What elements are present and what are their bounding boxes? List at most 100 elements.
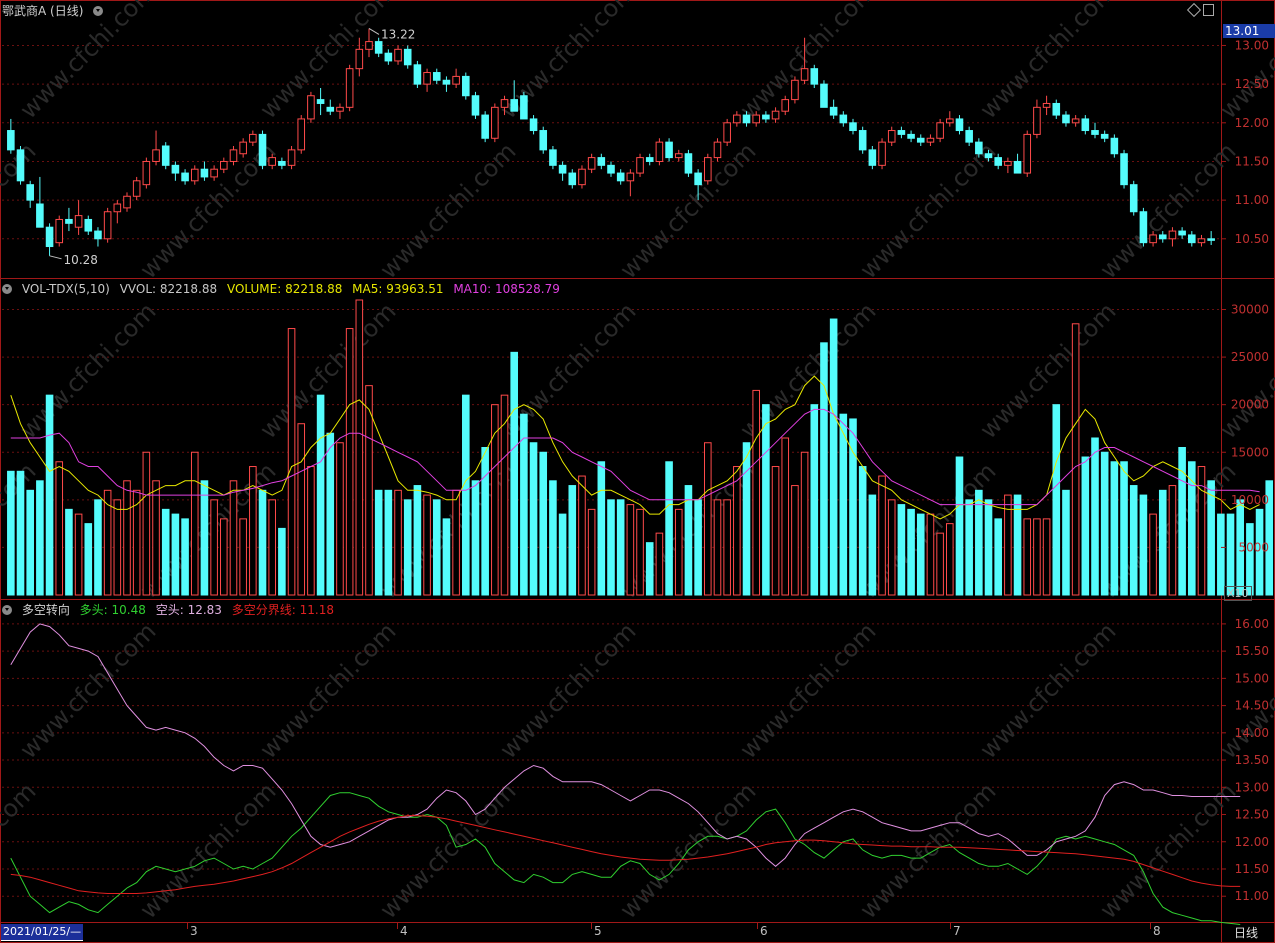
volume-bar <box>1158 489 1167 596</box>
volume-bar <box>781 437 790 596</box>
volume-bar <box>152 480 160 596</box>
volume-bar <box>345 328 354 596</box>
candle-body <box>897 130 906 135</box>
price-tick-label: 13.00 <box>1235 38 1269 52</box>
candle-body <box>626 172 635 182</box>
high-label: 13.22 <box>381 27 415 41</box>
candle-body <box>1004 160 1012 166</box>
volume-bar <box>84 523 93 596</box>
candle-body <box>955 118 964 132</box>
candle-body <box>36 203 44 228</box>
candle-body <box>645 157 654 162</box>
volume-bar <box>1081 456 1090 596</box>
candle-body <box>423 72 431 85</box>
watermark-text: www.cfchi.com <box>1094 137 1241 284</box>
watermark-text: www.cfchi.com <box>1094 777 1241 924</box>
indicator-panel-header: 多空转向 多头: 10.48 空头: 12.83 多空分界线: 11.18 <box>2 603 340 617</box>
volume-bar <box>636 508 644 596</box>
high-marker <box>368 28 380 35</box>
dropdown-icon[interactable] <box>2 284 12 294</box>
candle-body <box>607 164 615 174</box>
candle-body <box>762 114 770 120</box>
candle-body <box>171 164 180 174</box>
volume-bar <box>791 485 799 596</box>
candle-body <box>752 114 760 124</box>
volume-bar <box>200 480 209 596</box>
window-controls <box>1186 2 1215 18</box>
watermark-text: www.cfchi.com <box>734 617 881 764</box>
candle-body <box>26 184 34 201</box>
volume-bar <box>713 499 722 596</box>
candle-body <box>1120 153 1128 186</box>
candle-body <box>1052 102 1061 116</box>
price-tick-label: 12.00 <box>1235 116 1269 130</box>
candle-body <box>733 114 741 124</box>
volume-tick-label: 15000 <box>1231 445 1269 459</box>
volume-bar <box>403 499 412 596</box>
volume-tick-label: 25000 <box>1231 350 1269 364</box>
candle-body <box>462 75 470 97</box>
dropdown-icon[interactable] <box>93 6 104 16</box>
volume-bar <box>423 494 431 596</box>
panel-toggle-icon[interactable] <box>1203 4 1214 16</box>
volume-bar <box>1168 485 1177 596</box>
diamond-icon[interactable] <box>1186 2 1202 18</box>
stock-title[interactable]: 鄂武商A (日线) <box>2 4 83 18</box>
volume-bar <box>16 470 25 596</box>
candle-body <box>200 168 209 178</box>
candle-body <box>791 79 799 101</box>
candle-body <box>1091 130 1099 135</box>
volume-bar <box>1004 494 1012 596</box>
volume-bar <box>374 489 383 596</box>
candle-body <box>123 195 131 209</box>
volume-bar <box>984 499 993 596</box>
chart-canvas[interactable]: www.cfchi.com www.cfchi.com www.cfchi.com w… <box>0 0 1275 943</box>
candle-body <box>491 106 499 139</box>
candle-body <box>1013 160 1022 174</box>
volume-bar <box>181 518 189 596</box>
bear-line <box>10 623 1241 867</box>
month-tick <box>1150 923 1151 929</box>
volume-bar <box>1052 404 1061 596</box>
candle-body <box>1168 230 1177 240</box>
vol-indicator-name[interactable]: VOL-TDX(5,10) <box>22 282 110 296</box>
month-label: 5 <box>594 924 602 938</box>
month-tick <box>757 923 758 929</box>
watermark-text: www.cfchi.com <box>974 297 1121 444</box>
candle-body <box>1207 238 1215 241</box>
date-label[interactable]: 2021/01/25/— <box>1 924 84 941</box>
indicator-tick-label: 12.00 <box>1235 835 1269 849</box>
candle-body <box>452 75 460 85</box>
indicator-title[interactable]: 多空转向 <box>22 603 70 617</box>
candle-body <box>984 153 993 159</box>
candle-body <box>636 157 644 174</box>
volume-bar <box>1023 518 1032 596</box>
candle-body <box>7 130 15 151</box>
candle-body <box>84 218 93 232</box>
candle-body <box>820 83 828 108</box>
volume-bar <box>965 499 973 596</box>
month-tick <box>591 923 592 929</box>
month-label: 7 <box>953 924 961 938</box>
volume-bar <box>916 513 925 596</box>
volume-bar <box>752 389 760 596</box>
dropdown-icon[interactable] <box>2 605 12 615</box>
volume-bar <box>510 351 518 596</box>
volume-bar <box>771 466 780 596</box>
candle-body <box>316 99 325 104</box>
volume-bar <box>190 451 199 596</box>
volume-bar <box>733 466 741 596</box>
volume-bar <box>384 489 393 596</box>
period-button[interactable]: 日线 <box>1234 924 1258 941</box>
volume-bar <box>94 499 102 596</box>
volume-bar <box>307 466 315 596</box>
candle-body <box>549 149 557 166</box>
volume-bar <box>413 485 422 596</box>
volume-bar <box>500 394 509 596</box>
watermark-text: www.cfchi.com <box>374 777 521 924</box>
indicator-tick-label: 14.00 <box>1235 726 1269 740</box>
watermark-text: www.cfchi.com <box>14 617 161 764</box>
candle-body <box>1178 230 1186 236</box>
candle-body <box>326 106 335 112</box>
volume-bar <box>365 385 373 596</box>
